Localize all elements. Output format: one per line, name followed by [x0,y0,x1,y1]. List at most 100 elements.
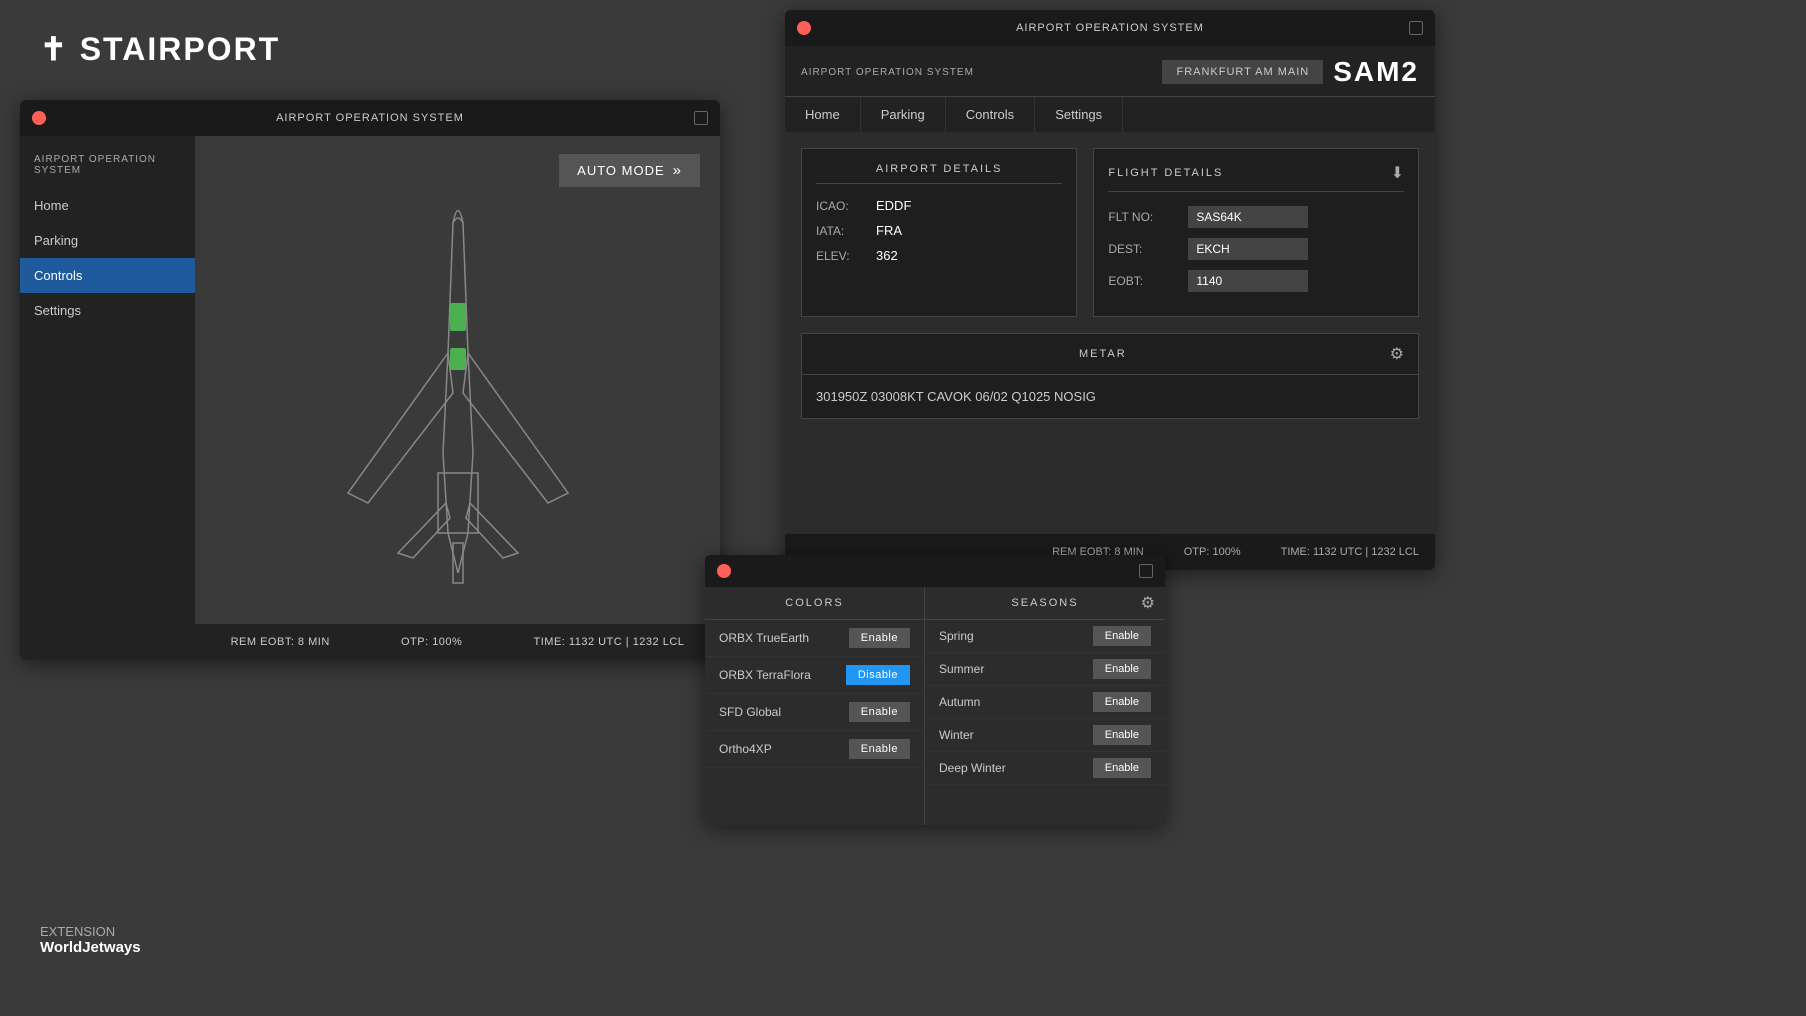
right-nav-settings[interactable]: Settings [1035,97,1123,132]
chevrons-icon: » [673,162,682,179]
right-nav-parking[interactable]: Parking [861,97,946,132]
winter-row: Winter Enable [925,719,1165,752]
winter-button[interactable]: Enable [1093,725,1151,745]
icao-row: ICAO: EDDF [816,198,1062,213]
left-time: TIME: 1132 UTC | 1232 LCL [534,636,685,648]
right-nav: Home Parking Controls Settings [785,97,1435,132]
download-icon[interactable]: ⬇ [1391,163,1404,183]
flt-no-row: FLT NO: [1108,206,1404,228]
metar-header: METAR ⚙ [801,333,1419,375]
left-content: AIRPORT OPERATION SYSTEM Home Parking Co… [20,136,720,660]
orbx-terraflora-label: ORBX TerraFlora [719,668,811,682]
autumn-row: Autumn Enable [925,686,1165,719]
right-window-title: AIRPORT OPERATION SYSTEM [1016,22,1204,34]
summer-button[interactable]: Enable [1093,659,1151,679]
metar-settings-button[interactable]: ⚙ [1390,344,1404,364]
iata-value: FRA [876,223,902,238]
deep-winter-label: Deep Winter [939,761,1006,775]
right-system-title: AIRPORT OPERATION SYSTEM [801,67,974,78]
right-nav-controls[interactable]: Controls [946,97,1035,132]
right-otp: OTP: 100% [1184,546,1241,558]
ortho4xp-row: Ortho4XP Enable [705,731,924,768]
aos-window-left: AIRPORT OPERATION SYSTEM AIRPORT OPERATI… [20,100,720,660]
auto-mode-button[interactable]: AUTO MODE » [559,154,700,187]
colors-titlebar [705,555,1165,587]
seasons-panel: SEASONS ⚙ Spring Enable Summer Enable Au… [925,587,1165,825]
winter-label: Winter [939,728,974,742]
icao-label: ICAO: [816,199,876,213]
metar-title: METAR [816,348,1390,360]
summer-label: Summer [939,662,984,676]
right-close-btn[interactable] [797,21,811,35]
left-window-title: AIRPORT OPERATION SYSTEM [276,112,464,124]
ortho4xp-button[interactable]: Enable [849,739,910,759]
sidebar-item-home[interactable]: Home [20,188,195,223]
spring-row: Spring Enable [925,620,1165,653]
sam2-logo: SAM2 [1333,56,1419,88]
logo-text: STAIRPORT [80,31,281,67]
elev-value: 362 [876,248,898,263]
logo-cross: ✝ [40,31,69,67]
flt-no-label: FLT NO: [1108,210,1188,224]
summer-row: Summer Enable [925,653,1165,686]
colors-content: COLORS ORBX TrueEarth Enable ORBX TerraF… [705,587,1165,825]
left-close-btn[interactable] [32,111,46,125]
airplane-display [195,196,720,610]
seasons-header: SEASONS ⚙ [925,587,1165,620]
spring-button[interactable]: Enable [1093,626,1151,646]
left-otp: OTP: 100% [401,636,462,648]
airport-details-title: AIRPORT DETAILS [816,163,1062,184]
spring-label: Spring [939,629,974,643]
metar-section: METAR ⚙ 301950Z 03008KT CAVOK 06/02 Q102… [801,333,1419,419]
metar-text: 301950Z 03008KT CAVOK 06/02 Q1025 NOSIG [816,389,1096,404]
stairport-logo: ✝ STAIRPORT [40,30,280,68]
colors-panel-title: COLORS [705,587,924,620]
flt-no-input[interactable] [1188,206,1308,228]
sidebar-item-parking[interactable]: Parking [20,223,195,258]
flight-details-panel: FLIGHT DETAILS ⬇ FLT NO: DEST: EOBT: [1093,148,1419,317]
aos-window-right: AIRPORT OPERATION SYSTEM AIRPORT OPERATI… [785,10,1435,570]
right-nav-home[interactable]: Home [785,97,861,132]
ortho4xp-label: Ortho4XP [719,742,772,756]
colors-seasons-window: COLORS ORBX TrueEarth Enable ORBX TerraF… [705,555,1165,825]
eobt-row: EOBT: [1108,270,1404,292]
extension-info: EXTENSION WorldJetways [40,924,141,956]
right-expand-btn[interactable] [1409,21,1423,35]
eobt-input[interactable] [1188,270,1308,292]
sfd-global-row: SFD Global Enable [705,694,924,731]
icao-value: EDDF [876,198,911,213]
autumn-button[interactable]: Enable [1093,692,1151,712]
dest-label: DEST: [1108,242,1188,256]
left-expand-btn[interactable] [694,111,708,125]
colors-panel: COLORS ORBX TrueEarth Enable ORBX TerraF… [705,587,925,825]
sidebar-item-controls[interactable]: Controls [20,258,195,293]
orbx-terraflora-button[interactable]: Disable [846,665,910,685]
sidebar-item-settings[interactable]: Settings [20,293,195,328]
main-view: AUTO MODE » [195,136,720,660]
colors-expand-btn[interactable] [1139,564,1153,578]
dest-input[interactable] [1188,238,1308,260]
right-main-content: AIRPORT DETAILS ICAO: EDDF IATA: FRA ELE… [785,132,1435,333]
seasons-gear-icon[interactable]: ⚙ [1141,593,1155,613]
orbx-terraflora-row: ORBX TerraFlora Disable [705,657,924,694]
autumn-label: Autumn [939,695,980,709]
colors-close-btn[interactable] [717,564,731,578]
left-status-bar: REM EOBT: 8 MIN OTP: 100% TIME: 1132 UTC… [195,624,720,660]
right-titlebar: AIRPORT OPERATION SYSTEM [785,10,1435,46]
extension-label: EXTENSION [40,924,141,939]
flight-details-title: FLIGHT DETAILS [1108,167,1223,179]
airplane-svg [298,193,618,613]
deep-winter-button[interactable]: Enable [1093,758,1151,778]
elev-row: ELEV: 362 [816,248,1062,263]
seasons-title: SEASONS [1011,597,1078,609]
sfd-global-label: SFD Global [719,705,781,719]
airport-name-badge: FRANKFURT AM MAIN [1162,60,1323,84]
left-sidebar: AIRPORT OPERATION SYSTEM Home Parking Co… [20,136,195,660]
iata-label: IATA: [816,224,876,238]
metar-content: 301950Z 03008KT CAVOK 06/02 Q1025 NOSIG [801,375,1419,419]
sfd-global-button[interactable]: Enable [849,702,910,722]
orbx-trueearth-button[interactable]: Enable [849,628,910,648]
airport-details-panel: AIRPORT DETAILS ICAO: EDDF IATA: FRA ELE… [801,148,1077,317]
orbx-trueearth-row: ORBX TrueEarth Enable [705,620,924,657]
elev-label: ELEV: [816,249,876,263]
